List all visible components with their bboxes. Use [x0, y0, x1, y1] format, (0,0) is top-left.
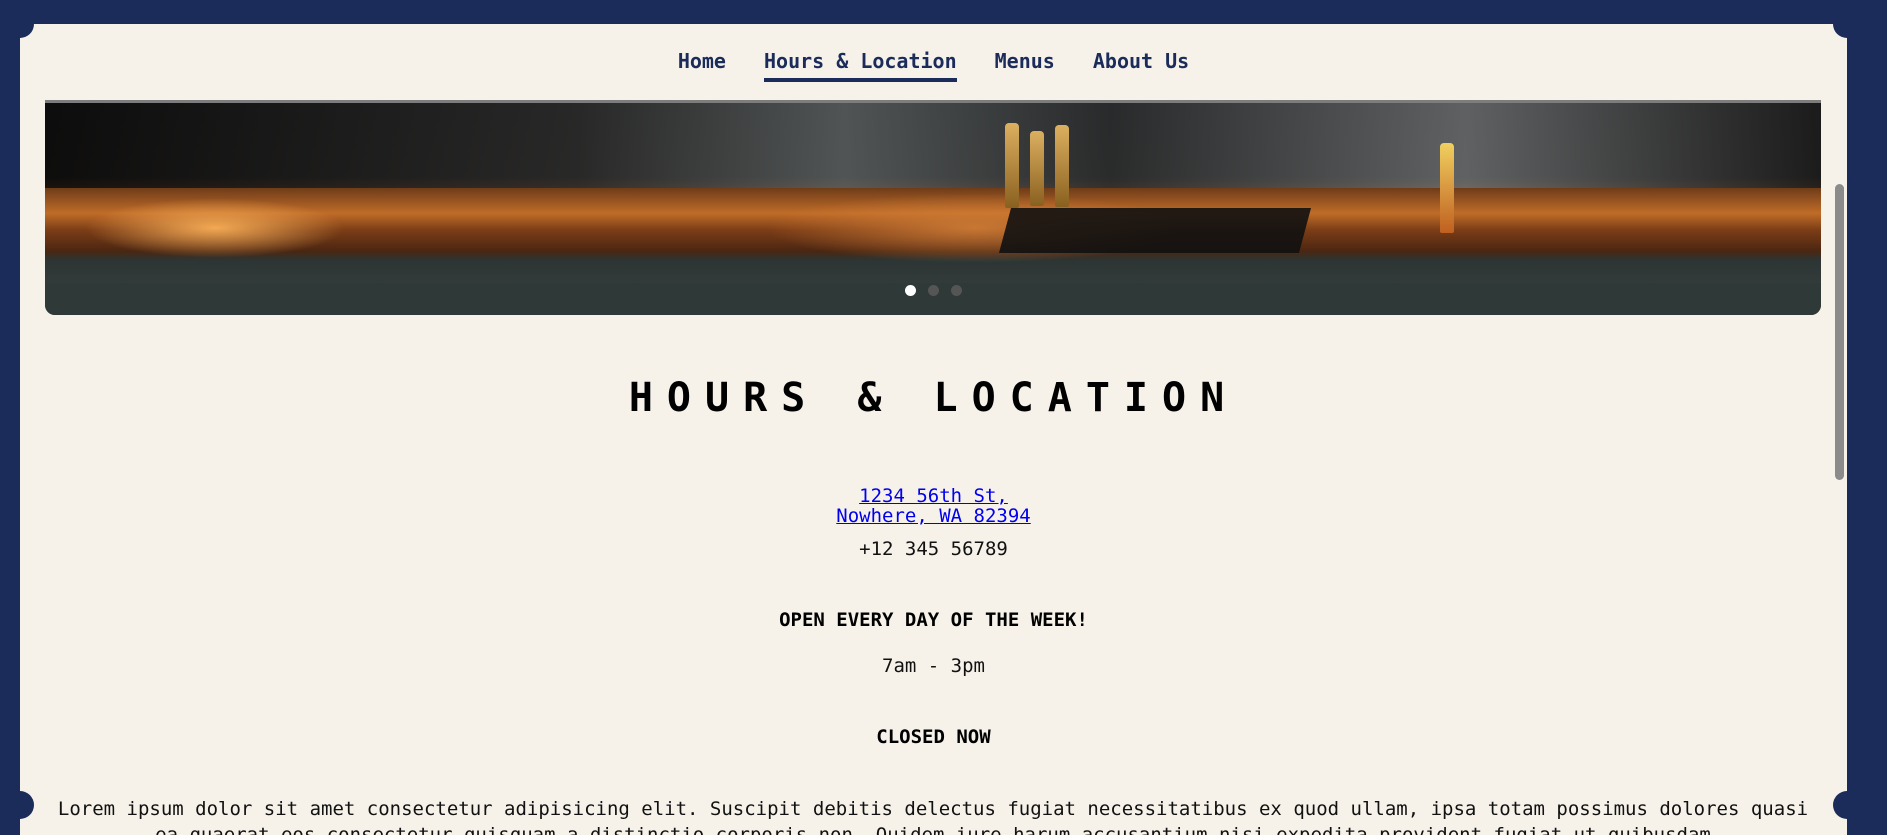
hero-carousel-image: [45, 103, 1821, 315]
description-text: Lorem ipsum dolor sit amet consectetur a…: [57, 798, 1809, 835]
hero-bar-mat: [998, 208, 1312, 253]
phone-number: +12 345 56789: [859, 538, 1008, 560]
frame-corner-top-left: [6, 10, 34, 38]
carousel-dots: [45, 285, 1821, 296]
hero-bottle: [1005, 123, 1019, 208]
hero-bottle: [1055, 125, 1069, 207]
opening-hours: 7am - 3pm: [882, 655, 985, 677]
frame-corner-bottom-left: [6, 791, 34, 819]
main-nav: Home Hours & Location Menus About Us: [20, 24, 1847, 100]
nav-link-menus[interactable]: Menus: [995, 51, 1055, 82]
open-days-heading: OPEN EVERY DAY OF THE WEEK!: [779, 609, 1088, 631]
hero-light-reflection: [85, 198, 345, 258]
page-title: HOURS & LOCATION: [628, 375, 1239, 421]
address-line-1: 1234 56th St,: [859, 485, 1008, 507]
frame-corner-bottom-right: [1833, 791, 1861, 819]
carousel-dot-1[interactable]: [904, 285, 916, 296]
page-container: Home Hours & Location Menus About Us HOU…: [20, 24, 1847, 835]
hero-bottle: [1030, 131, 1044, 206]
carousel-dot-2[interactable]: [927, 285, 939, 296]
frame-corner-top-right: [1833, 10, 1861, 38]
address-line-2: Nowhere, WA 82394: [836, 505, 1031, 527]
nav-link-about-us[interactable]: About Us: [1093, 51, 1189, 82]
scrollbar-track[interactable]: [1833, 24, 1847, 835]
open-status: CLOSED NOW: [876, 726, 991, 748]
nav-link-home[interactable]: Home: [678, 51, 726, 82]
carousel-dot-3[interactable]: [950, 285, 962, 296]
nav-link-hours-location[interactable]: Hours & Location: [763, 51, 957, 82]
address-link[interactable]: 1234 56th St, Nowhere, WA 82394: [20, 486, 1847, 526]
scrollbar-thumb[interactable]: [1835, 184, 1844, 480]
hero-bottle: [1440, 143, 1454, 233]
hero-bar-shelf: [45, 103, 1821, 188]
